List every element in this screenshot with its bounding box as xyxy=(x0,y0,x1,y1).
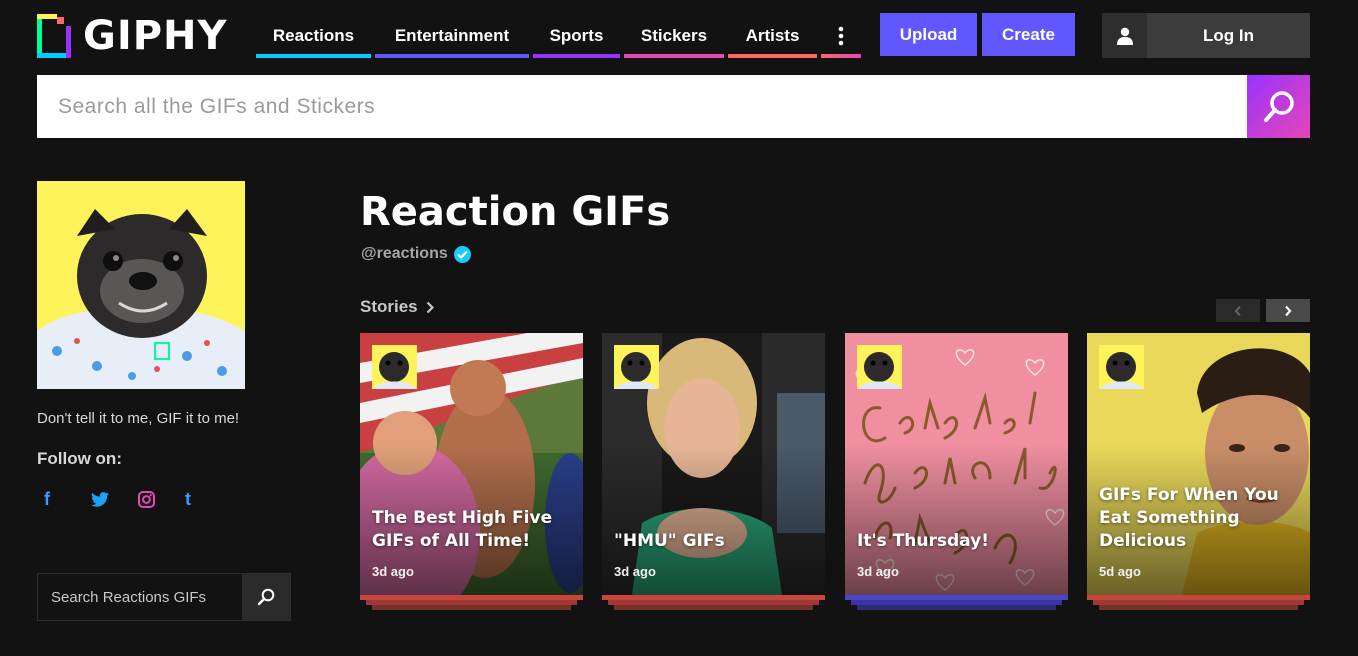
channel-search-button[interactable] xyxy=(242,574,290,620)
story-time: 3d ago xyxy=(857,564,899,579)
story-card[interactable]: GIFs For When You Eat Something Deliciou… xyxy=(1087,333,1310,610)
story-stack-edge xyxy=(372,605,571,610)
chevron-left-icon xyxy=(1234,305,1241,316)
story-card[interactable]: It's Thursday! 3d ago xyxy=(845,333,1068,610)
stories-label: Stories xyxy=(360,297,418,316)
nav-item-label: Artists xyxy=(745,26,800,45)
search-bar xyxy=(37,75,1310,138)
stories-link[interactable]: Stories xyxy=(360,297,434,317)
channel-handle-row: @reactions xyxy=(361,245,471,263)
nav-item-sports[interactable]: Sports xyxy=(533,14,620,58)
story-time: 3d ago xyxy=(372,564,414,579)
channel-search-input[interactable] xyxy=(38,574,242,620)
giphy-logo-icon xyxy=(37,14,71,58)
nav-item-label: Entertainment xyxy=(394,26,510,45)
channel-search xyxy=(37,573,291,621)
search-button[interactable] xyxy=(1247,75,1310,138)
twitter-icon[interactable] xyxy=(91,487,138,511)
story-stack-edge xyxy=(1099,605,1298,610)
more-vertical-icon xyxy=(838,26,844,46)
nav-item-label: Stickers xyxy=(640,26,708,45)
nav-item-label: Sports xyxy=(549,26,604,45)
story-time: 3d ago xyxy=(614,564,656,579)
stories-prev-button[interactable] xyxy=(1216,299,1260,322)
nav-item-artists[interactable]: Artists xyxy=(728,14,817,58)
nav-item-entertainment[interactable]: Entertainment xyxy=(375,14,529,58)
user-icon xyxy=(1102,13,1147,58)
create-button[interactable]: Create xyxy=(982,13,1075,56)
story-card[interactable]: The Best High Five GIFs of All Time! 3d … xyxy=(360,333,583,610)
chevron-right-icon xyxy=(1285,305,1292,316)
login-label: Log In xyxy=(1203,25,1254,45)
facebook-icon[interactable]: f xyxy=(44,487,91,511)
facebook-glyph: f xyxy=(44,488,50,509)
story-stack-edge xyxy=(857,605,1056,610)
story-channel-avatar xyxy=(614,345,659,389)
channel-avatar xyxy=(37,181,245,389)
story-title: It's Thursday! xyxy=(857,531,989,551)
nav-item-reactions[interactable]: Reactions xyxy=(256,14,371,58)
nav-more-button[interactable] xyxy=(821,14,861,58)
story-channel-avatar xyxy=(1099,345,1144,389)
search-input[interactable] xyxy=(37,75,1247,138)
giphy-logo[interactable]: GIPHY xyxy=(37,14,227,58)
stories-next-button[interactable] xyxy=(1266,299,1310,322)
tumblr-icon[interactable]: t xyxy=(185,487,232,511)
stories-pager xyxy=(1216,299,1310,322)
follow-label: Follow on: xyxy=(37,449,122,468)
chevron-right-icon xyxy=(426,301,434,313)
search-icon xyxy=(257,588,275,606)
tumblr-glyph: t xyxy=(185,488,191,509)
verified-check-icon xyxy=(453,245,471,263)
story-stack-edge xyxy=(614,605,813,610)
pug-avatar-image xyxy=(37,181,245,389)
social-links: f t xyxy=(44,487,232,511)
nav-item-stickers[interactable]: Stickers xyxy=(624,14,724,58)
channel-tagline: Don't tell it to me, GIF it to me! xyxy=(37,410,240,427)
main-nav: Reactions Entertainment Sports Stickers … xyxy=(256,14,865,58)
story-channel-avatar xyxy=(372,345,417,389)
story-title: The Best High Five GIFs of All Time! xyxy=(372,508,553,551)
search-icon xyxy=(1263,90,1294,122)
giphy-logo-text: GIPHY xyxy=(83,13,228,59)
story-title: GIFs For When You Eat Something Deliciou… xyxy=(1099,485,1279,551)
upload-button[interactable]: Upload xyxy=(880,13,977,56)
story-title: "HMU" GIFs xyxy=(614,531,725,551)
nav-item-label: Reactions xyxy=(272,26,355,45)
story-channel-avatar xyxy=(857,345,902,389)
channel-handle[interactable]: @reactions xyxy=(361,245,448,263)
instagram-icon[interactable] xyxy=(138,487,185,511)
story-time: 5d ago xyxy=(1099,564,1141,579)
story-card[interactable]: "HMU" GIFs 3d ago xyxy=(602,333,825,610)
login-button[interactable]: Log In xyxy=(1102,13,1310,58)
page-title: Reaction GIFs xyxy=(360,189,671,235)
